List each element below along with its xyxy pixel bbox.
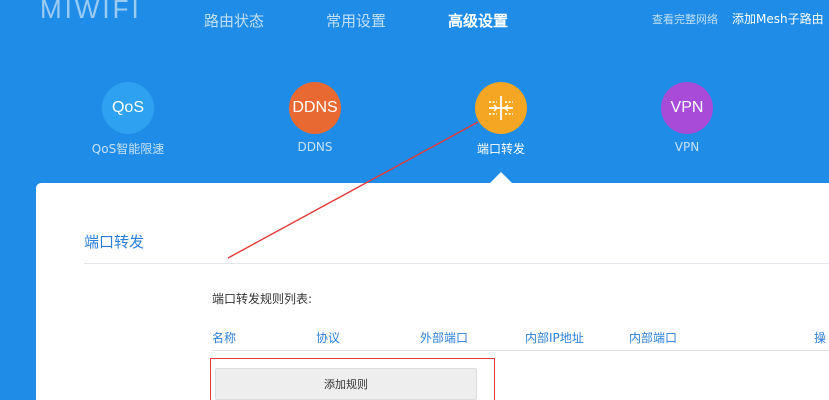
port-forward-glyph: [489, 96, 513, 120]
miwifi-logo: MIWIFI: [40, 0, 142, 24]
tool-vpn[interactable]: VPN VPN: [632, 82, 742, 154]
section-divider: [84, 263, 829, 264]
tool-label: QoS智能限速: [91, 142, 165, 156]
table-header-divider: [212, 350, 829, 351]
column-header-internal-ip: 内部IP地址: [525, 331, 584, 345]
port-forward-icon: [475, 82, 527, 134]
qos-icon: QoS: [102, 82, 154, 134]
column-header-name: 名称: [212, 331, 237, 345]
tool-label: DDNS: [297, 140, 333, 154]
section-title: 端口转发: [84, 233, 145, 251]
active-tab-pointer: [490, 172, 512, 183]
tool-qos[interactable]: QoS QoS智能限速: [73, 82, 183, 157]
column-header-external-port: 外部端口: [420, 331, 469, 345]
tool-label: 端口转发: [476, 142, 525, 156]
column-header-internal-port: 内部端口: [629, 331, 678, 345]
nav-router-status[interactable]: 路由状态: [204, 10, 264, 31]
column-header-actions: 操: [814, 331, 827, 345]
tool-label: VPN: [674, 140, 700, 154]
view-full-network-link[interactable]: 查看完整网络: [652, 11, 718, 27]
nav-common-settings[interactable]: 常用设置: [326, 10, 386, 31]
nav-advanced-settings[interactable]: 高级设置: [448, 10, 508, 31]
add-rule-button[interactable]: 添加规则: [215, 368, 477, 400]
tool-ddns[interactable]: DDNS DDNS: [260, 82, 370, 154]
column-header-protocol: 协议: [316, 331, 341, 345]
tool-port-forward[interactable]: 端口转发: [446, 82, 556, 157]
add-mesh-router-link[interactable]: 添加Mesh子路由: [732, 10, 824, 27]
vpn-icon: VPN: [661, 82, 713, 134]
rule-list-title: 端口转发规则列表:: [212, 292, 313, 306]
ddns-icon: DDNS: [289, 82, 341, 134]
